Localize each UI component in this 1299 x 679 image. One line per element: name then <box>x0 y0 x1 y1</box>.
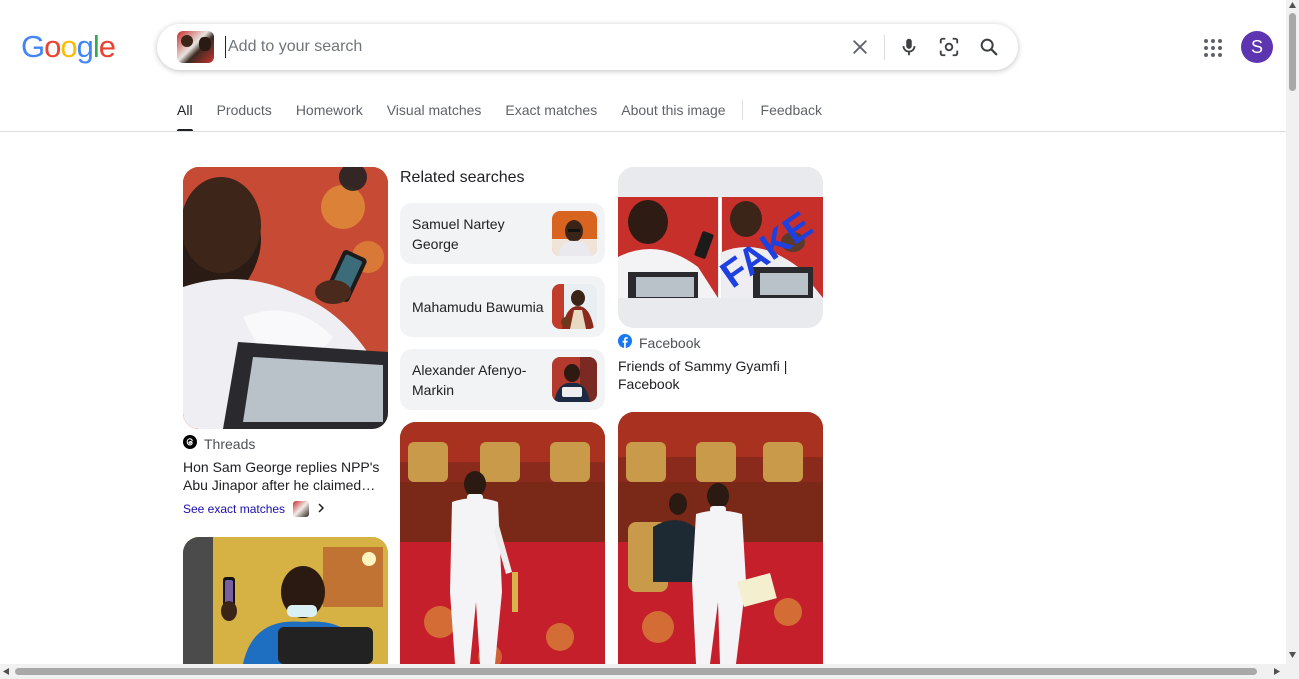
close-icon[interactable] <box>848 35 872 59</box>
logo-letter: e <box>98 29 116 64</box>
tab-homework[interactable]: Homework <box>296 100 363 132</box>
tab-feedback[interactable]: Feedback <box>761 100 822 132</box>
horizontal-scrollbar-thumb[interactable] <box>15 668 1257 675</box>
tab-products[interactable]: Products <box>217 100 272 132</box>
search-tabs: All Products Homework Visual matches Exa… <box>177 100 846 132</box>
search-icon[interactable] <box>977 35 1001 59</box>
logo-letter: G <box>21 29 45 64</box>
apps-grid-icon[interactable] <box>1203 38 1223 58</box>
result-image-parliament-document[interactable] <box>618 412 823 664</box>
camera-lens-icon[interactable] <box>937 35 961 59</box>
result-image-facebook[interactable]: FAKE <box>618 167 823 328</box>
vertical-scrollbar-thumb[interactable] <box>1289 13 1296 91</box>
related-search-label: Mahamudu Bawumia <box>412 298 544 315</box>
scroll-right-arrow-icon[interactable] <box>1274 668 1280 675</box>
related-search-thumbnail <box>552 284 597 329</box>
see-exact-matches-label: See exact matches <box>183 502 286 516</box>
exact-match-thumbnail <box>293 501 310 517</box>
result-image-parliament-phone[interactable] <box>183 537 388 664</box>
search-box[interactable] <box>157 24 1018 70</box>
search-divider <box>884 35 885 60</box>
tab-about-this-image[interactable]: About this image <box>621 100 725 132</box>
google-logo[interactable]: Google <box>21 29 116 64</box>
result-title-facebook[interactable]: Friends of Sammy Gyamfi | Facebook <box>618 357 823 393</box>
related-search-chip[interactable]: Alexander Afenyo-Markin <box>400 349 605 410</box>
scroll-down-arrow-icon[interactable] <box>1289 652 1296 658</box>
scroll-left-arrow-icon[interactable] <box>3 668 9 675</box>
facebook-icon <box>618 334 632 351</box>
chevron-right-icon <box>317 502 325 516</box>
see-exact-matches-link[interactable]: See exact matches <box>183 501 325 517</box>
horizontal-scrollbar[interactable] <box>0 664 1299 679</box>
result-image-threads[interactable] <box>183 167 388 429</box>
logo-letter: o <box>60 29 77 64</box>
microphone-icon[interactable] <box>897 35 921 59</box>
vertical-scrollbar[interactable] <box>1286 0 1299 664</box>
related-searches-heading: Related searches <box>400 169 525 186</box>
source-label: Facebook <box>639 334 701 351</box>
avatar[interactable]: S <box>1241 31 1273 63</box>
related-search-label: Samuel Nartey George <box>412 215 505 252</box>
result-source-threads[interactable]: Threads <box>183 435 255 452</box>
search-image-thumbnail[interactable] <box>177 31 214 63</box>
result-source-facebook[interactable]: Facebook <box>618 334 700 351</box>
search-input[interactable] <box>225 36 825 58</box>
related-search-chip[interactable]: Samuel Nartey George <box>400 203 605 264</box>
tabs-divider <box>741 100 743 120</box>
tab-visual-matches[interactable]: Visual matches <box>387 100 482 132</box>
scroll-up-arrow-icon[interactable] <box>1289 2 1296 8</box>
result-title-threads[interactable]: Hon Sam George replies NPP's Abu Jinapor… <box>183 458 388 494</box>
logo-letter: g <box>76 29 94 64</box>
threads-icon <box>183 435 197 452</box>
logo-letter: o <box>44 29 61 64</box>
tab-all[interactable]: All <box>177 100 193 132</box>
related-search-thumbnail <box>552 357 597 402</box>
source-label: Threads <box>204 435 256 452</box>
related-search-chip[interactable]: Mahamudu Bawumia <box>400 276 605 337</box>
related-search-label: Alexander Afenyo-Markin <box>412 361 527 398</box>
tabs-divider-line <box>0 131 1286 132</box>
result-image-parliament-walk[interactable] <box>400 422 605 664</box>
related-search-thumbnail <box>552 211 597 256</box>
tab-exact-matches[interactable]: Exact matches <box>505 100 597 132</box>
